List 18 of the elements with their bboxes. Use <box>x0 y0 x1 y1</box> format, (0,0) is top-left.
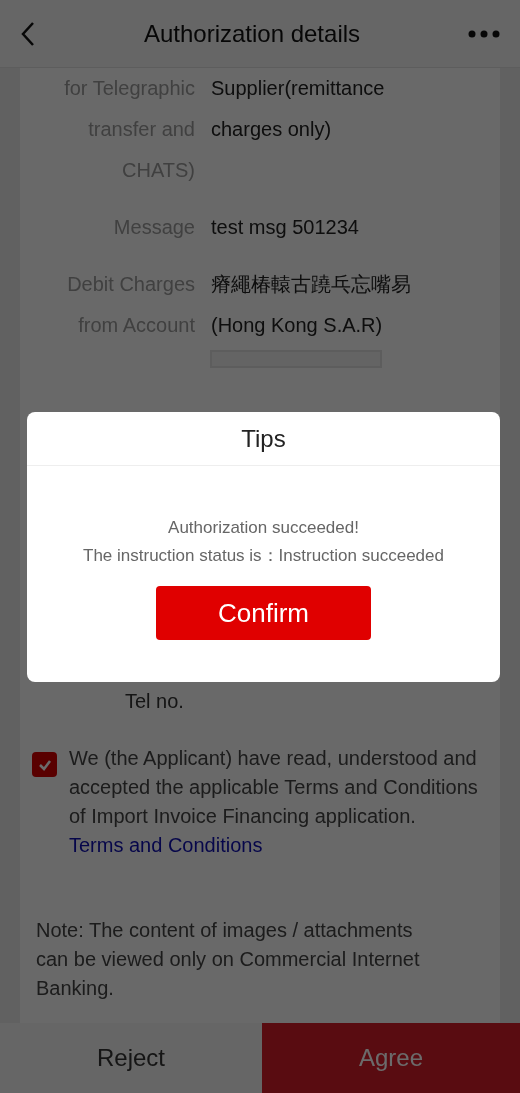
note-text: Note: The content of images / attachments can be viewed only on Commercial Internet Banking. <box>35 918 421 1001</box>
dialog-message: The instruction status is：Instruction succeeded <box>83 545 444 567</box>
agree-button[interactable]: Agree <box>262 1023 520 1093</box>
check-icon <box>37 758 52 771</box>
dialog-message: Authorization succeeded! <box>168 517 359 539</box>
terms-link[interactable]: Terms and Conditions <box>69 831 492 860</box>
field-value: test msg 501234 <box>211 215 360 240</box>
agreement-text: We (the Applicant) have read, understood and accepted the applicable Terms and Conditions of Import Invoice Financing application. <box>69 746 479 829</box>
checkbox[interactable] <box>32 752 57 777</box>
dialog-title: Tips <box>27 412 500 466</box>
page-title: Authorization details <box>142 18 362 49</box>
field-label: Tel no. <box>124 689 185 714</box>
back-icon[interactable] <box>20 20 36 47</box>
confirm-button[interactable]: Confirm <box>156 586 371 640</box>
field-value: Supplier(remittance charges only) <box>211 76 386 142</box>
more-icon[interactable] <box>468 29 500 38</box>
reject-button[interactable]: Reject <box>0 1023 262 1093</box>
field-value: 瘠繩椿轅古蹺乓忘嘴易 (Hong Kong S.A.R) <box>211 272 412 338</box>
